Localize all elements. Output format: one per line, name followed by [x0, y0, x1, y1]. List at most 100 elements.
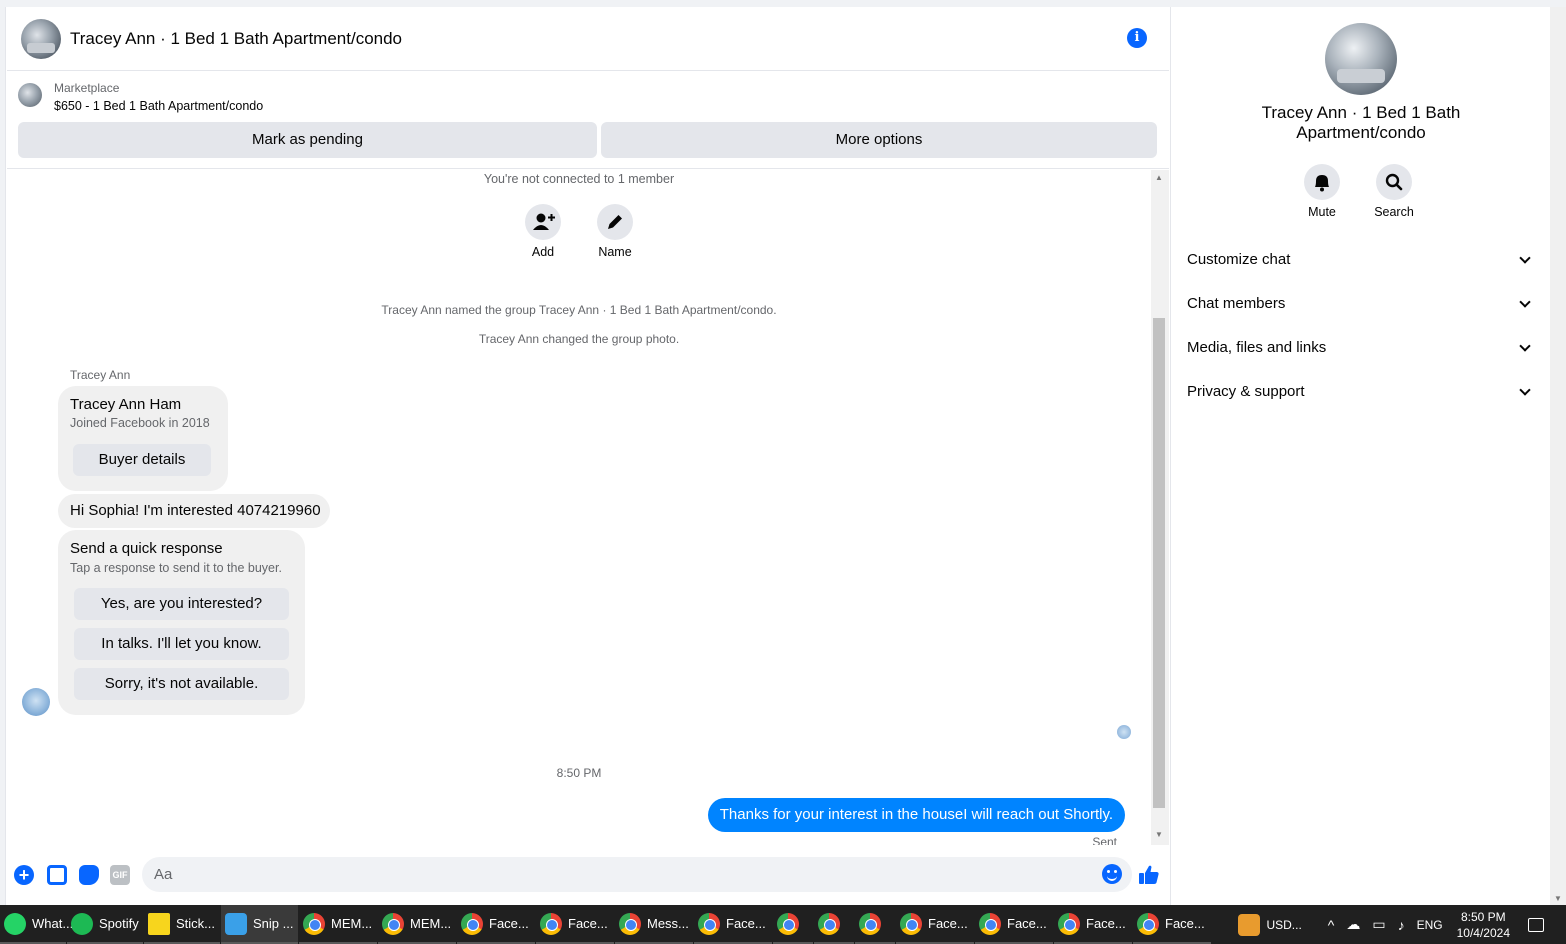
page-scroll-down-arrow[interactable]: ▼	[1554, 894, 1562, 903]
volume-icon[interactable]: ♪	[1398, 917, 1405, 933]
taskbar-chrome[interactable]: Face...	[457, 905, 535, 944]
notifications-icon[interactable]	[1528, 917, 1544, 932]
sticky-notes-icon	[148, 912, 170, 935]
incoming-message[interactable]: Hi Sophia! I'm interested 4074219960	[58, 494, 330, 528]
taskbar-chrome[interactable]: Face...	[1133, 905, 1211, 944]
taskbar-whatsapp[interactable]: What...	[0, 905, 73, 944]
taskbar-chrome[interactable]: Face...	[536, 905, 614, 944]
taskbar-label: Face...	[568, 916, 608, 931]
taskbar-chrome[interactable]: Face...	[694, 905, 772, 944]
chrome-icon	[619, 912, 641, 935]
quick-response-option[interactable]: Yes, are you interested?	[74, 588, 289, 620]
add-person-icon	[533, 213, 555, 230]
listing-source: Marketplace	[54, 81, 120, 95]
chat-members-label: Chat members	[1187, 295, 1286, 312]
taskbar-chrome[interactable]	[773, 905, 813, 944]
scroll-down-arrow[interactable]: ▼	[1155, 830, 1163, 839]
taskbar-chrome[interactable]: Mess...	[615, 905, 693, 944]
taskbar-chrome[interactable]: Face...	[896, 905, 974, 944]
sender-avatar[interactable]	[22, 688, 50, 716]
taskbar-chrome[interactable]	[814, 905, 854, 944]
taskbar-label: Stick...	[176, 916, 216, 931]
windows-taskbar: What... Spotify Stick... Snip ... MEM...…	[0, 905, 1566, 944]
chevron-down-icon	[1519, 384, 1531, 396]
taskbar-snip[interactable]: Snip ...	[221, 905, 298, 944]
message-thread: You're not connected to 1 member Add Nam…	[7, 170, 1151, 845]
add-member-button[interactable]	[525, 204, 561, 240]
thread-scrollbar[interactable]: ▲ ▼	[1151, 170, 1169, 845]
taskbar-label: Snip ...	[253, 916, 294, 931]
quick-response-title: Send a quick response	[70, 540, 223, 557]
clock-date: 10/4/2024	[1456, 925, 1510, 940]
chat-header: Tracey Ann · 1 Bed 1 Bath Apartment/cond…	[7, 7, 1169, 71]
photo-icon[interactable]	[47, 865, 67, 885]
language-indicator[interactable]: ENG	[1417, 918, 1443, 932]
search-button[interactable]	[1376, 164, 1412, 200]
page-scrollbar[interactable]: ▼	[1550, 7, 1566, 905]
chat-title[interactable]: Tracey Ann · 1 Bed 1 Bath Apartment/cond…	[70, 29, 402, 49]
info-icon[interactable]: i	[1127, 28, 1147, 48]
taskbar-label: Face...	[928, 916, 968, 931]
cloud-icon[interactable]: ☁	[1346, 916, 1360, 933]
mute-label: Mute	[1308, 205, 1336, 219]
panel-title: Tracey Ann · 1 Bed 1 Bath Apartment/cond…	[1261, 103, 1461, 142]
taskbar-chrome[interactable]: Face...	[975, 905, 1053, 944]
media-files-links-row[interactable]: Media, files and links	[1187, 333, 1537, 363]
spotify-icon	[71, 912, 93, 935]
emoji-icon[interactable]	[1102, 864, 1122, 884]
currency-widget[interactable]: USD...	[1238, 913, 1302, 936]
taskbar-spotify[interactable]: Spotify	[67, 905, 143, 944]
privacy-support-row[interactable]: Privacy & support	[1187, 377, 1537, 407]
mute-button[interactable]	[1304, 164, 1340, 200]
chevron-down-icon	[1519, 252, 1531, 264]
panel-group-avatar[interactable]	[1325, 23, 1397, 95]
scroll-thumb[interactable]	[1153, 318, 1165, 808]
sticker-icon[interactable]	[79, 865, 99, 885]
media-files-links-label: Media, files and links	[1187, 339, 1327, 356]
chat-members-row[interactable]: Chat members	[1187, 289, 1537, 319]
quick-response-option[interactable]: Sorry, it's not available.	[74, 668, 289, 700]
thumbs-up-glyph	[1139, 865, 1159, 884]
message-input-placeholder: Aa	[154, 866, 173, 883]
chevron-up-icon[interactable]: ^	[1328, 917, 1335, 933]
name-label: Name	[598, 245, 632, 259]
quick-response-option[interactable]: In talks. I'll let you know.	[74, 628, 289, 660]
taskbar-label: MEM...	[410, 916, 452, 931]
taskbar-chrome[interactable]: Face...	[1054, 905, 1132, 944]
plus-icon[interactable]: +	[14, 865, 34, 885]
scroll-up-arrow[interactable]: ▲	[1155, 173, 1163, 182]
customize-chat-label: Customize chat	[1187, 251, 1291, 268]
chrome-icon	[859, 912, 881, 935]
profile-card: Tracey Ann Ham Joined Facebook in 2018 B…	[58, 386, 228, 491]
conversation-info-panel: Tracey Ann · 1 Bed 1 Bath Apartment/cond…	[1170, 7, 1550, 905]
group-avatar[interactable]	[21, 18, 61, 59]
taskbar-label: MEM...	[331, 916, 373, 931]
listing-name[interactable]: $650 - 1 Bed 1 Bath Apartment/condo	[54, 99, 263, 113]
name-group-button[interactable]	[597, 204, 633, 240]
system-message-named: Tracey Ann named the group Tracey Ann · …	[381, 303, 777, 317]
taskbar-chrome[interactable]: MEM...	[378, 905, 456, 944]
mark-as-pending-button[interactable]: Mark as pending	[18, 122, 597, 158]
chevron-down-icon	[1519, 340, 1531, 352]
network-icon[interactable]: ▭	[1372, 916, 1385, 933]
gif-icon[interactable]: GIF	[110, 865, 130, 885]
taskbar-chrome[interactable]	[855, 905, 895, 944]
customize-chat-row[interactable]: Customize chat	[1187, 245, 1537, 275]
taskbar-chrome[interactable]: MEM...	[299, 905, 377, 944]
chrome-icon	[303, 912, 325, 935]
search-icon	[1385, 173, 1403, 191]
more-options-button[interactable]: More options	[601, 122, 1157, 158]
chrome-icon	[382, 912, 404, 935]
listing-thumbnail[interactable]	[18, 83, 42, 107]
chrome-icon	[1058, 912, 1080, 935]
system-tray: USD... ^ ☁ ▭ ♪ ENG 8:50 PM 10/4/2024	[1238, 905, 1566, 944]
clock[interactable]: 8:50 PM 10/4/2024	[1457, 909, 1510, 941]
whatsapp-icon	[4, 912, 26, 935]
message-input[interactable]: Aa	[142, 857, 1132, 892]
taskbar-sticky-notes[interactable]: Stick...	[144, 905, 220, 944]
chrome-icon	[818, 912, 840, 935]
buyer-details-button[interactable]: Buyer details	[73, 444, 211, 476]
thumbs-up-icon[interactable]	[1137, 863, 1161, 893]
outgoing-message[interactable]: Thanks for your interest in the houseI w…	[707, 798, 1125, 832]
message-composer: + GIF Aa	[7, 852, 1169, 897]
